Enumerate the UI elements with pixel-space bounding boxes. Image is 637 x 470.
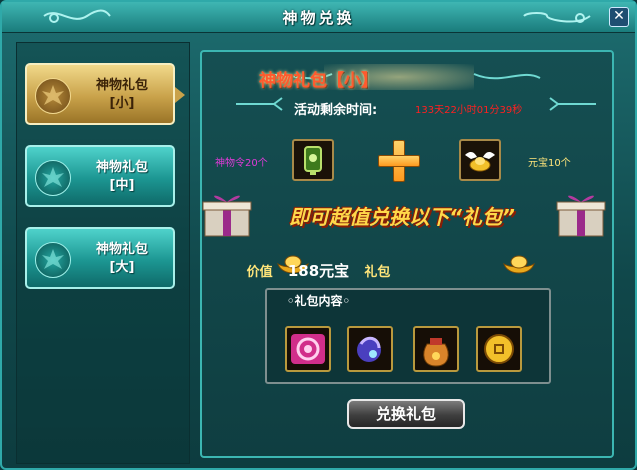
pack-value-amount: 188元宝 xyxy=(287,262,350,280)
close-icon: ✕ xyxy=(613,8,625,24)
pack-contents-title: ◦礼包内容◦ xyxy=(286,294,351,308)
pack-tab-list: 神物礼包 [小] 神物礼包 [中] 神物礼包 [大] xyxy=(16,42,190,464)
cost-token-label: 神物令20个 xyxy=(215,158,268,169)
gold-ingot-right-icon xyxy=(503,255,535,274)
reward-slot[interactable] xyxy=(285,326,331,372)
pack-value-suffix: 礼包 xyxy=(364,265,391,280)
tab-label-line2: [中] xyxy=(109,178,135,193)
cost-ingot-slot[interactable] xyxy=(459,139,501,181)
remaining-time-value: 133天22小时01分39秒 xyxy=(415,105,523,116)
gift-box-left-icon xyxy=(202,195,252,237)
title-swirl-right-icon xyxy=(523,12,591,23)
remaining-time-label: 活动剩余时间: xyxy=(294,103,378,118)
cost-token-slot[interactable] xyxy=(292,139,334,181)
tab-label-line1: 神物礼包 xyxy=(95,160,148,175)
title-swirl-right-icon xyxy=(473,73,541,80)
gold-coin-icon xyxy=(484,334,514,364)
cost-ingot-label: 元宝10个 xyxy=(528,158,571,169)
gift-box-right-icon xyxy=(556,195,606,237)
leaf-icon xyxy=(35,160,71,196)
winged-ingot-icon xyxy=(465,151,495,172)
pack-value-prefix: 价值 xyxy=(246,265,273,280)
tab-label: 神物礼包 [中] xyxy=(75,159,169,195)
exchange-window: 神物兑换 ✕ 神物礼包 [小] 神物礼包 [中] 神物礼包 [大] 神物礼包【小… xyxy=(0,0,637,470)
plus-icon xyxy=(378,140,420,182)
spirit-orb-icon xyxy=(357,336,381,362)
tab-label-line1: 神物礼包 xyxy=(95,242,148,257)
treasure-bag-icon xyxy=(423,338,449,367)
magic-scroll-icon xyxy=(291,334,325,364)
title-bar[interactable]: 神物兑换 ✕ xyxy=(2,2,635,33)
tab-pack-medium[interactable]: 神物礼包 [中] xyxy=(25,145,175,207)
pack-value-line: 价值 188元宝 礼包 xyxy=(2,260,635,281)
token-icon xyxy=(304,146,322,175)
exchange-pack-button[interactable]: 兑换礼包 xyxy=(347,399,465,429)
tab-label-line2: [小] xyxy=(109,96,135,111)
reward-slot[interactable] xyxy=(347,326,393,372)
reward-slot[interactable] xyxy=(413,326,459,372)
close-button[interactable]: ✕ xyxy=(609,7,629,27)
ornament-right-icon xyxy=(549,97,596,111)
ornament-left-icon xyxy=(236,97,283,111)
exchange-banner: 即可超值兑换以下“礼包” xyxy=(289,205,515,229)
reward-slot[interactable] xyxy=(476,326,522,372)
